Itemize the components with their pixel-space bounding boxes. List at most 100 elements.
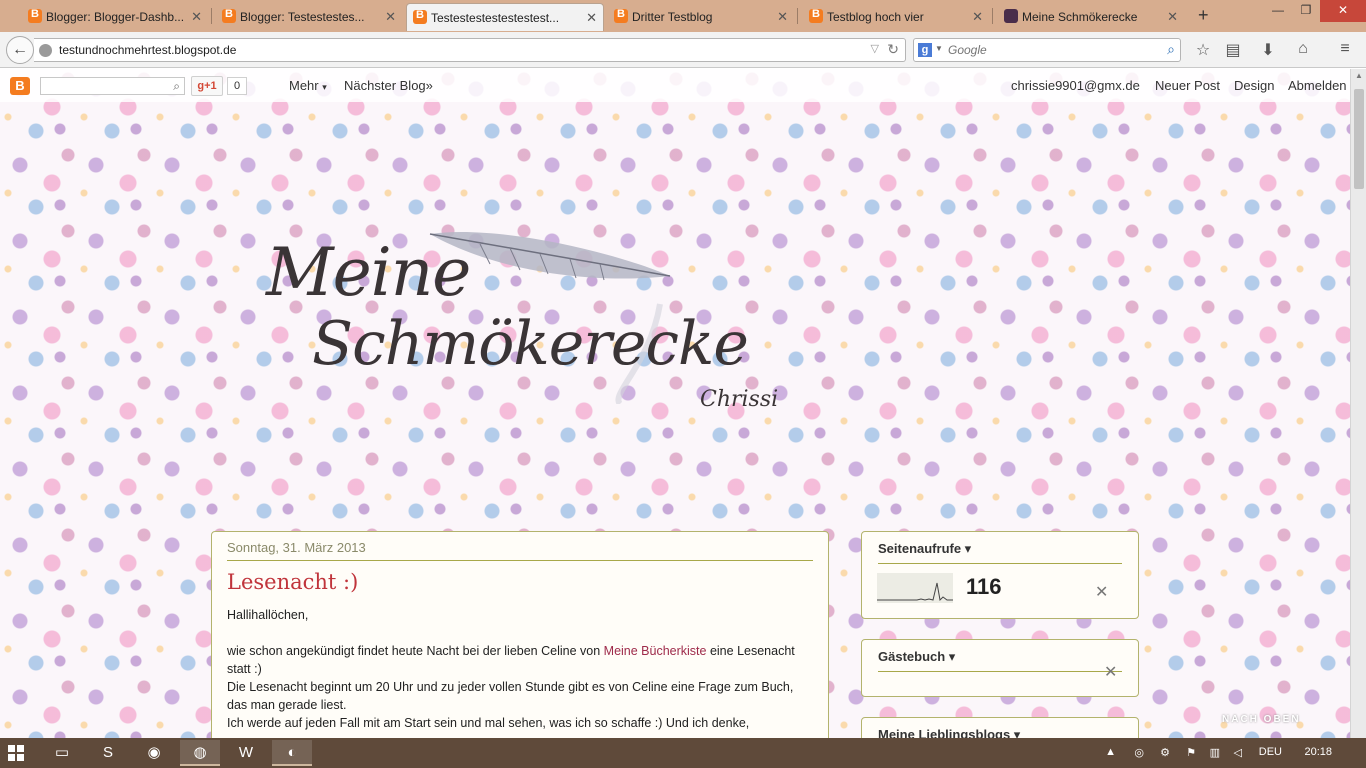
post-date: Sonntag, 31. März 2013 bbox=[227, 540, 813, 561]
download-icon[interactable]: ⬇ bbox=[1257, 40, 1279, 60]
chevron-down-icon: ▾ bbox=[322, 82, 327, 92]
post-greeting: Hallihallöchen, bbox=[227, 608, 309, 622]
close-icon[interactable]: ✕ bbox=[385, 9, 396, 25]
close-icon[interactable]: ✕ bbox=[1167, 9, 1178, 25]
tray-expand-icon[interactable]: ▲ bbox=[1105, 746, 1116, 758]
logout-link[interactable]: Abmelden bbox=[1288, 78, 1347, 93]
windows-start-icon[interactable] bbox=[8, 745, 24, 761]
user-email[interactable]: chrissie9901@gmx.de bbox=[1011, 78, 1140, 93]
tab-label: Testestestestestestest... bbox=[431, 10, 560, 25]
meine-buecherkiste-link[interactable]: Meine Bücherkiste bbox=[604, 644, 707, 658]
globe-icon bbox=[39, 44, 52, 57]
maximize-button[interactable]: ❐ bbox=[1292, 0, 1320, 22]
post-paragraph: Die Lesenacht beginnt um 20 Uhr und zu j… bbox=[227, 680, 794, 712]
security-icon[interactable]: ◎ bbox=[1134, 746, 1144, 759]
window-controls: — ❐ ✕ bbox=[1264, 0, 1366, 22]
widget-title[interactable]: Seitenaufrufe ▾ bbox=[878, 541, 1122, 564]
wrench-icon[interactable]: ✕ bbox=[1104, 662, 1117, 682]
close-icon[interactable]: ✕ bbox=[191, 9, 202, 25]
blogger-icon bbox=[28, 8, 42, 23]
blog-search-input[interactable]: ⌕ bbox=[40, 77, 185, 95]
windows-taskbar: ▭ S ◉ ◍ W ◐ ▲ ◎ ⚙ ⚑ ▥ ◁ DEU 20:18 bbox=[0, 738, 1366, 768]
post-paragraph: Ich werde auf jeden Fall mit am Start se… bbox=[227, 716, 750, 730]
blogger-icon bbox=[222, 8, 236, 23]
url-text[interactable]: testundnochmehrtest.blogspot.de bbox=[59, 43, 236, 57]
url-history-dropdown-icon[interactable]: ▽ bbox=[871, 42, 879, 55]
volume-icon[interactable]: ◁ bbox=[1234, 746, 1242, 759]
tab-label: Blogger: Testestestes... bbox=[240, 10, 365, 24]
chevron-down-icon[interactable]: ▼ bbox=[935, 44, 943, 53]
browser-toolbar: testundnochmehrtest.blogspot.de ▽ ↻ ← g … bbox=[0, 32, 1366, 68]
close-icon[interactable]: ✕ bbox=[586, 10, 597, 26]
tab-meine-schmoekerecke[interactable]: Meine Schmökerecke ✕ bbox=[998, 3, 1184, 31]
flag-icon[interactable]: ⚑ bbox=[1186, 746, 1196, 759]
scrollbar-thumb[interactable] bbox=[1354, 89, 1364, 189]
reload-icon[interactable]: ↻ bbox=[887, 41, 899, 58]
blogger-navbar: B ⌕ g+1 0 Mehr ▾ Nächster Blog» chrissie… bbox=[0, 69, 1350, 102]
blogger-logo-icon[interactable]: B bbox=[10, 77, 30, 95]
blog-post: Sonntag, 31. März 2013 Lesenacht :) Hall… bbox=[211, 531, 829, 738]
blog-signature: Chrissi bbox=[700, 387, 779, 412]
blog-title-line1[interactable]: Meine bbox=[266, 234, 471, 311]
post-paragraph: wie schon angekündigt findet heute Nacht… bbox=[227, 642, 813, 678]
search-icon[interactable]: ⌕ bbox=[1167, 41, 1175, 58]
page-scrollbar[interactable]: ▲ bbox=[1350, 69, 1366, 738]
tray-app-icon[interactable]: ⚙ bbox=[1160, 746, 1170, 759]
search-icon[interactable]: ⌕ bbox=[173, 79, 180, 94]
new-post-link[interactable]: Neuer Post bbox=[1155, 78, 1220, 93]
network-app-icon[interactable]: ◉ bbox=[134, 740, 174, 766]
tab-blogger-dashboard[interactable]: Blogger: Blogger-Dashb... ✕ bbox=[22, 3, 208, 31]
back-button[interactable]: ← bbox=[6, 36, 34, 64]
blogger-icon bbox=[614, 8, 628, 23]
close-icon[interactable]: ✕ bbox=[777, 9, 788, 25]
close-icon[interactable]: ✕ bbox=[972, 9, 983, 25]
tab-separator bbox=[211, 8, 212, 24]
more-menu[interactable]: Mehr ▾ bbox=[289, 78, 327, 93]
blog-title-line2[interactable]: Schmökerecke bbox=[312, 309, 749, 379]
tab-separator bbox=[797, 8, 798, 24]
google-icon[interactable]: g bbox=[918, 43, 932, 57]
widget-title[interactable]: Gästebuch ▾ bbox=[878, 649, 1122, 672]
network-icon[interactable]: ▥ bbox=[1210, 746, 1220, 759]
google-plus-count: 0 bbox=[227, 77, 247, 95]
page-viewport: B ⌕ g+1 0 Mehr ▾ Nächster Blog» chrissie… bbox=[0, 69, 1350, 738]
back-to-top-link[interactable]: NACH OBEN bbox=[1222, 714, 1301, 725]
home-icon[interactable]: ⌂ bbox=[1292, 40, 1314, 58]
file-explorer-icon[interactable]: ▭ bbox=[42, 740, 82, 766]
widget-pageviews: Seitenaufrufe ▾ 116 ✕ bbox=[861, 531, 1139, 619]
tab-testblog-hoch-vier[interactable]: Testblog hoch vier ✕ bbox=[803, 3, 989, 31]
widget-title[interactable]: Meine Lieblingsblogs ▾ bbox=[878, 727, 1122, 738]
window-close-button[interactable]: ✕ bbox=[1320, 0, 1366, 22]
tab-label: Meine Schmökerecke bbox=[1022, 10, 1138, 24]
scroll-up-icon[interactable]: ▲ bbox=[1355, 71, 1363, 80]
blogger-icon bbox=[809, 8, 823, 23]
book-icon bbox=[1004, 9, 1018, 23]
search-input[interactable] bbox=[948, 42, 1158, 58]
gimp-icon[interactable]: ◐ bbox=[272, 740, 312, 766]
design-link[interactable]: Design bbox=[1234, 78, 1274, 93]
word-icon[interactable]: W bbox=[226, 740, 266, 766]
next-blog-link[interactable]: Nächster Blog» bbox=[344, 78, 433, 93]
tab-dritter-testblog[interactable]: Dritter Testblog ✕ bbox=[608, 3, 794, 31]
search-bar[interactable]: g ▼ ⌕ bbox=[913, 38, 1181, 62]
minimize-button[interactable]: — bbox=[1264, 0, 1292, 22]
tab-testestest-active[interactable]: Testestestestestestest... ✕ bbox=[406, 3, 604, 31]
firefox-icon[interactable]: ◍ bbox=[180, 740, 220, 766]
post-text: wie schon angekündigt findet heute Nacht… bbox=[227, 644, 604, 658]
new-tab-button[interactable]: + bbox=[1198, 5, 1209, 26]
tab-blogger-testestestes[interactable]: Blogger: Testestestes... ✕ bbox=[216, 3, 402, 31]
bookmark-star-icon[interactable]: ☆ bbox=[1192, 40, 1214, 60]
post-body: Hallihallöchen, wie schon angekündigt fi… bbox=[227, 606, 813, 732]
clock[interactable]: 20:18 bbox=[1304, 746, 1332, 758]
post-title[interactable]: Lesenacht :) bbox=[227, 570, 813, 594]
widget-guestbook: Gästebuch ▾ ✕ bbox=[861, 639, 1139, 697]
skype-icon[interactable]: S bbox=[88, 740, 128, 766]
input-language[interactable]: DEU bbox=[1259, 746, 1282, 758]
widget-favorite-blogs: Meine Lieblingsblogs ▾ bbox=[861, 717, 1139, 738]
menu-icon[interactable]: ≡ bbox=[1334, 40, 1356, 58]
wrench-icon[interactable]: ✕ bbox=[1095, 582, 1108, 602]
google-plus-button[interactable]: g+1 bbox=[191, 76, 223, 96]
url-bar[interactable]: testundnochmehrtest.blogspot.de ▽ ↻ bbox=[34, 38, 906, 62]
bookmarks-list-icon[interactable]: ▤ bbox=[1222, 40, 1244, 60]
arrow-left-icon: ← bbox=[12, 41, 28, 58]
